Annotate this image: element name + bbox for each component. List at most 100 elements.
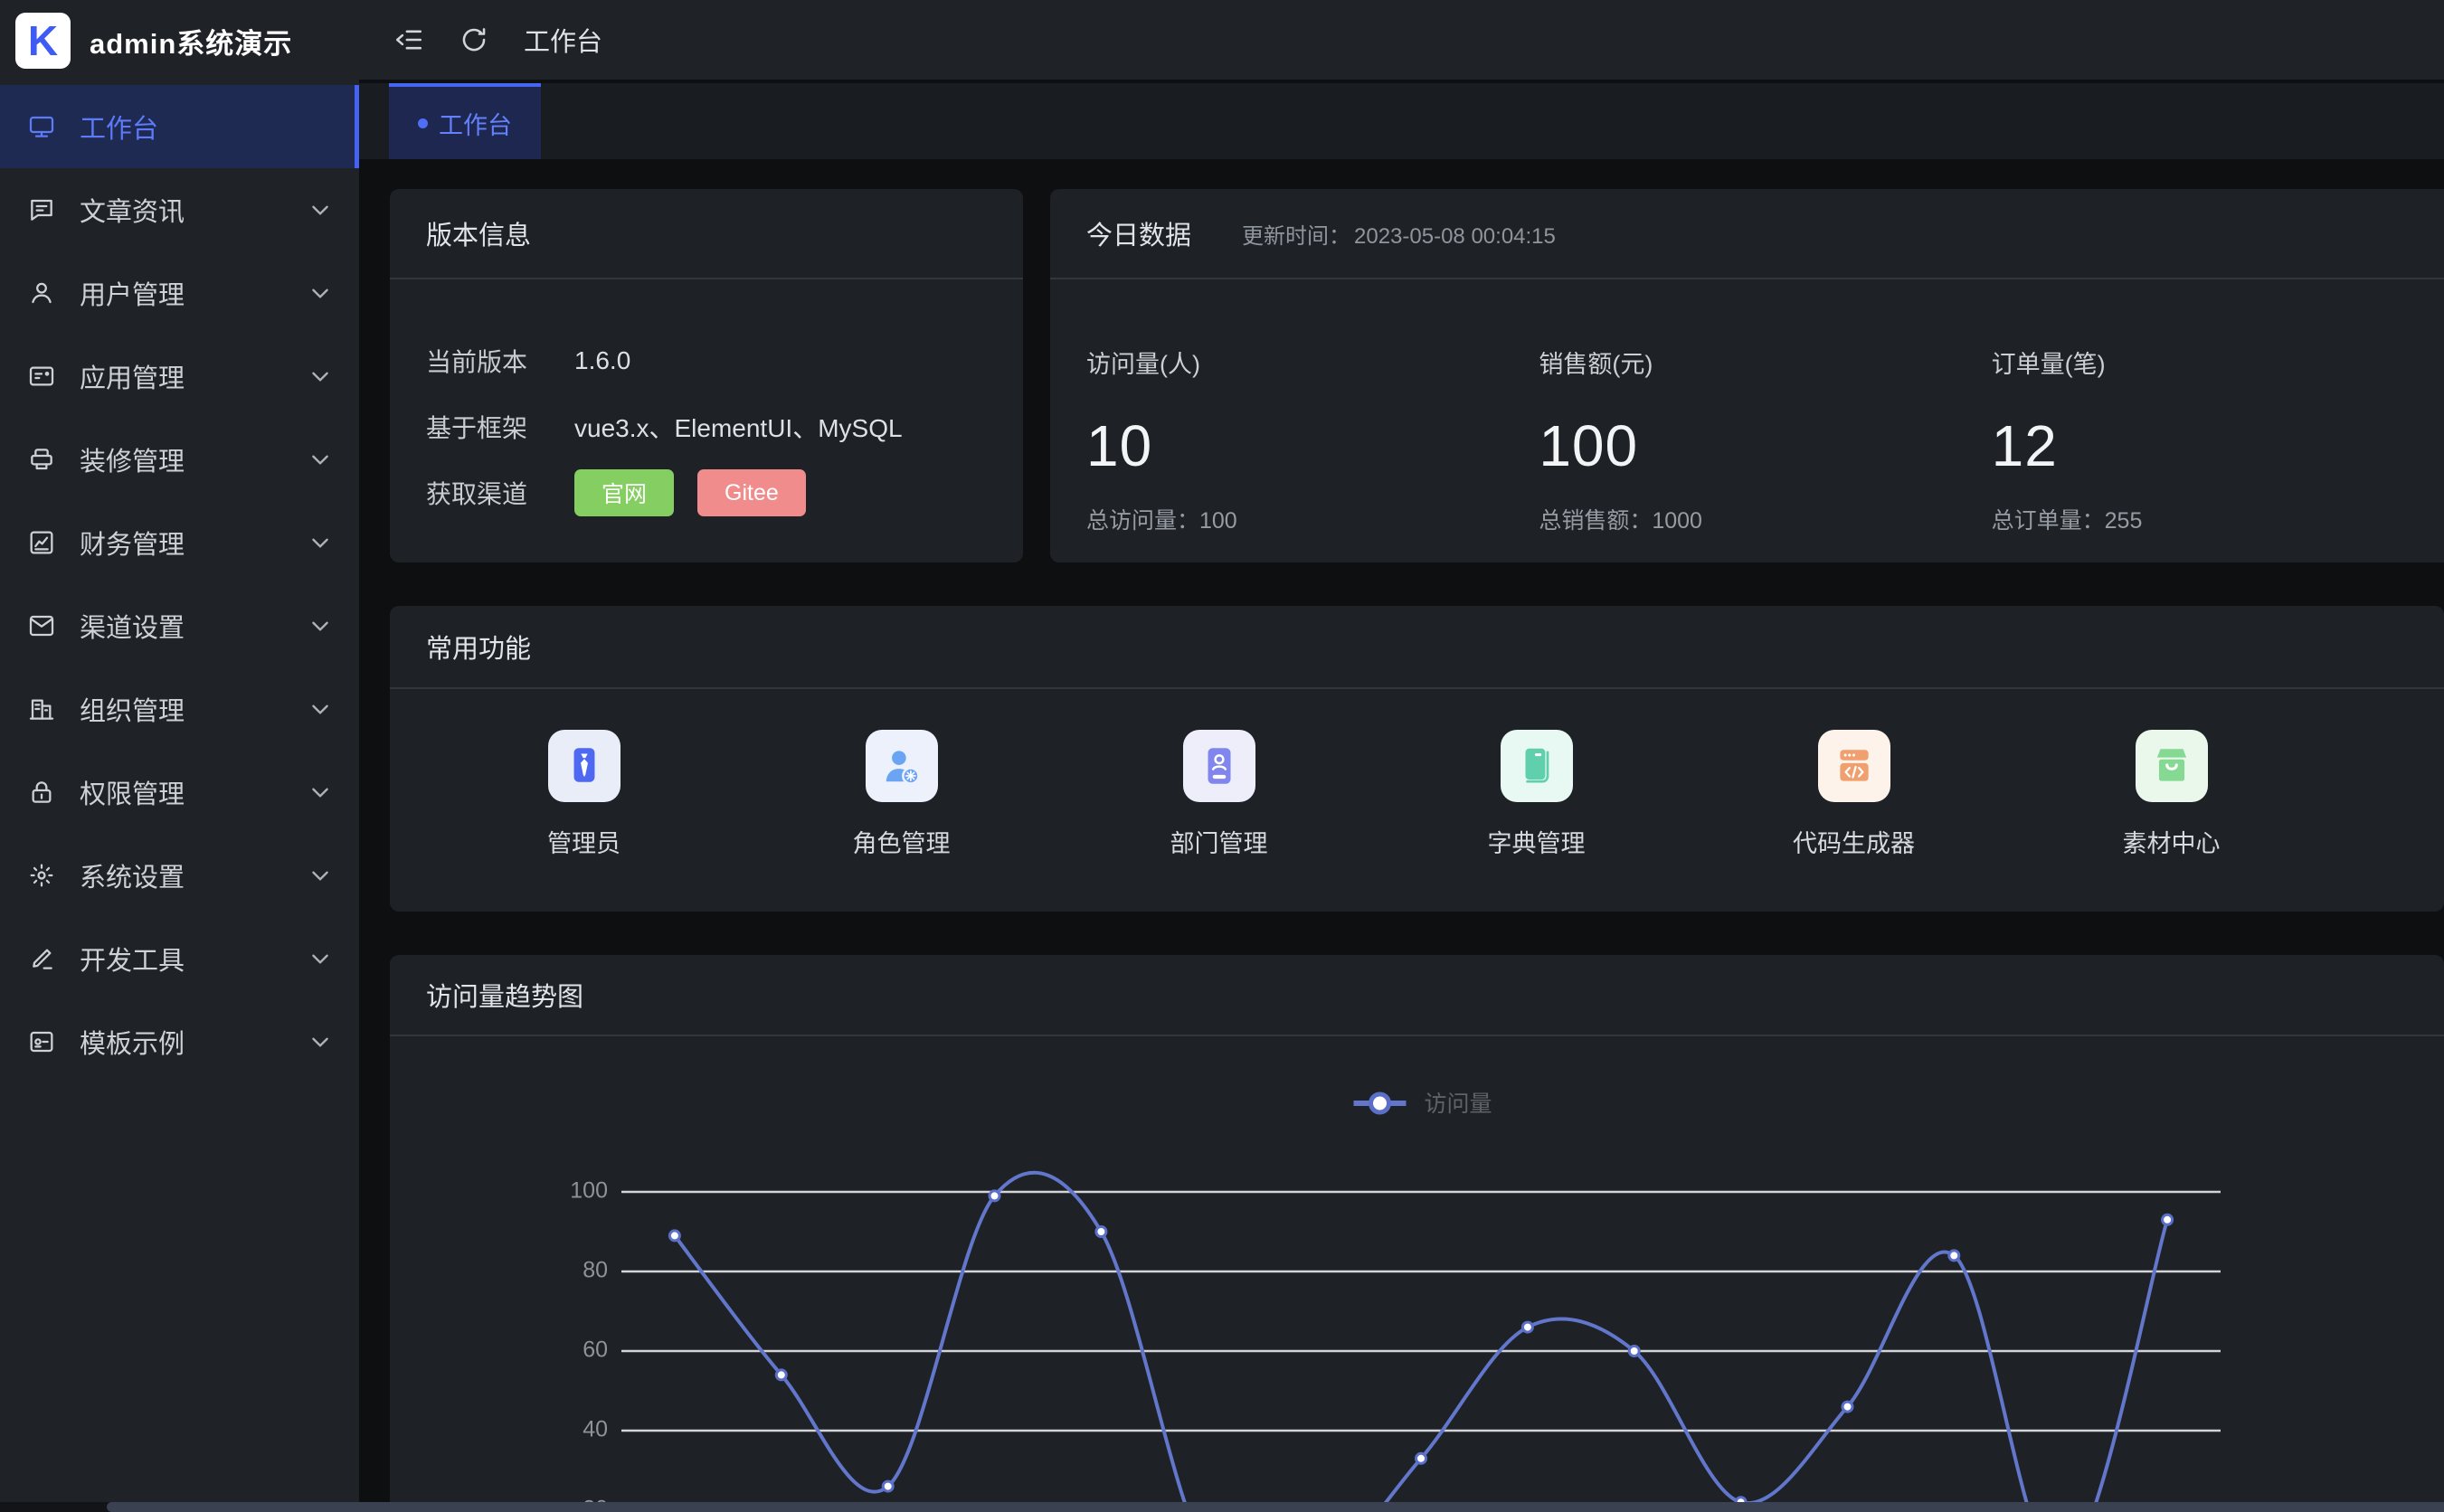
row-label: 当前版本	[426, 343, 574, 379]
code-window-icon	[1818, 730, 1890, 802]
data-point	[669, 1231, 679, 1241]
tabbar: 工作台	[359, 83, 2444, 159]
sidebar-item-system[interactable]: 系统设置	[0, 834, 359, 917]
building-icon	[27, 695, 56, 723]
sidebar-item-workbench[interactable]: 工作台	[0, 85, 359, 168]
card-title: 访问量趋势图	[390, 955, 2444, 1036]
tab-label: 工作台	[439, 106, 512, 141]
sidebar-item-org[interactable]: 组织管理	[0, 667, 359, 751]
breadcrumb: 工作台	[524, 21, 602, 59]
y-axis-label: 100	[570, 1178, 608, 1204]
data-point	[1416, 1453, 1426, 1463]
line-chart-svg: 10080604020访问量	[390, 1036, 2444, 1512]
data-point	[776, 1370, 786, 1380]
framework-value: vue3.x、ElementUI、MySQL	[574, 409, 903, 445]
visits-trend-card: 访问量趋势图 10080604020访问量	[390, 955, 2444, 1512]
current-version-value: 1.6.0	[574, 346, 630, 375]
printer-icon	[27, 445, 56, 474]
refresh-icon[interactable]	[459, 24, 489, 55]
stat-value: 12	[1992, 412, 2444, 479]
mail-icon	[27, 611, 56, 640]
feature-admin[interactable]: 管理员	[425, 730, 743, 859]
card-title: 今日数据	[1086, 214, 1191, 252]
today-stats: 访问量(人) 10 总访问量：100 销售额(元) 100 总销售额：1000 …	[1050, 279, 2444, 535]
sidebar-item-devtools[interactable]: 开发工具	[0, 917, 359, 1000]
row-label: 基于框架	[426, 409, 574, 445]
stat-total: 总销售额：1000	[1539, 503, 1991, 535]
sidebar-item-templates[interactable]: 模板示例	[0, 1000, 359, 1083]
stat-column: 订单量(笔) 12 总订单量：255	[1992, 279, 2444, 535]
stat-value: 100	[1539, 412, 1991, 479]
card-title: 常用功能	[390, 606, 2444, 689]
logo-row: K admin系统演示	[0, 0, 359, 81]
chevron-down-icon	[308, 1030, 332, 1054]
app-logo: K	[15, 13, 71, 69]
feature-material[interactable]: 素材中心	[2013, 730, 2330, 859]
sidebar-menu: 工作台 文章资讯 用户管理 应用管理	[0, 85, 359, 1083]
sidebar-item-decorate[interactable]: 装修管理	[0, 418, 359, 501]
feature-roles[interactable]: 角色管理	[743, 730, 1060, 859]
id-card-icon	[1183, 730, 1255, 802]
data-point	[1522, 1322, 1532, 1332]
sidebar-item-apps[interactable]: 应用管理	[0, 335, 359, 418]
version-row: 基于框架 vue3.x、ElementUI、MySQL	[426, 403, 987, 450]
sidebar-item-perms[interactable]: 权限管理	[0, 751, 359, 834]
data-point	[883, 1481, 893, 1491]
data-point	[1842, 1402, 1852, 1412]
scrollbar-thumb[interactable]	[107, 1502, 2444, 1512]
chevron-down-icon	[308, 864, 332, 887]
chevron-down-icon	[308, 531, 332, 554]
visits-line-chart: 10080604020访问量	[390, 1036, 2444, 1512]
logo-letter: K	[28, 16, 58, 65]
template-icon	[27, 1027, 56, 1056]
chevron-down-icon	[308, 947, 332, 970]
stat-label: 订单量(笔)	[1992, 345, 2444, 380]
sidebar-item-channels[interactable]: 渠道设置	[0, 584, 359, 667]
horizontal-scrollbar[interactable]	[0, 1502, 2444, 1512]
stat-total: 总访问量：100	[1086, 503, 1539, 535]
box-icon	[2136, 730, 2208, 802]
user-gear-icon	[866, 730, 938, 802]
y-axis-label: 80	[583, 1258, 608, 1283]
feature-depts[interactable]: 部门管理	[1060, 730, 1378, 859]
feature-codegen[interactable]: 代码生成器	[1695, 730, 2013, 859]
data-point	[1096, 1227, 1106, 1237]
pencil-icon	[27, 944, 56, 973]
sidebar-item-articles[interactable]: 文章资讯	[0, 168, 359, 251]
window-icon	[27, 362, 56, 391]
lock-icon	[27, 778, 56, 807]
legend-label: 访问量	[1425, 1091, 1492, 1117]
chevron-down-icon	[308, 448, 332, 471]
chevron-down-icon	[308, 364, 332, 388]
gear-icon	[27, 861, 56, 890]
tab-active-dot	[418, 118, 428, 128]
chevron-down-icon	[308, 198, 332, 222]
tab-workbench[interactable]: 工作台	[389, 83, 541, 159]
message-icon	[27, 195, 56, 224]
topbar: 工作台	[359, 0, 2444, 81]
chevron-down-icon	[308, 614, 332, 638]
chevron-down-icon	[308, 697, 332, 721]
row-label: 获取渠道	[426, 475, 574, 511]
sidebar: K admin系统演示 工作台 文章资讯 用户管理	[0, 0, 359, 1512]
data-point	[2163, 1214, 2173, 1224]
data-point	[990, 1191, 999, 1201]
sidebar-item-users[interactable]: 用户管理	[0, 251, 359, 335]
version-info-card: 版本信息 当前版本 1.6.0 基于框架 vue3.x、ElementUI、My…	[390, 189, 1023, 562]
app-title: admin系统演示	[90, 21, 292, 61]
channel-button-Gitee[interactable]: Gitee	[697, 469, 806, 516]
main-content: 版本信息 当前版本 1.6.0 基于框架 vue3.x、ElementUI、My…	[359, 159, 2444, 1512]
chevron-down-icon	[308, 780, 332, 804]
legend-item[interactable]: 访问量	[1354, 1091, 1492, 1117]
stat-total: 总订单量：255	[1992, 503, 2444, 535]
data-point	[1949, 1251, 1959, 1261]
channel-button-官网[interactable]: 官网	[574, 469, 674, 516]
y-axis-label: 40	[583, 1417, 608, 1442]
stat-label: 销售额(元)	[1539, 345, 1991, 380]
stat-column: 销售额(元) 100 总销售额：1000	[1539, 279, 1991, 535]
data-point	[1629, 1347, 1639, 1356]
sidebar-item-finance[interactable]: 财务管理	[0, 501, 359, 584]
feature-dict[interactable]: 字典管理	[1378, 730, 1695, 859]
collapse-sidebar-icon[interactable]	[393, 24, 424, 55]
app-root: K admin系统演示 工作台 文章资讯 用户管理	[0, 0, 2444, 1512]
